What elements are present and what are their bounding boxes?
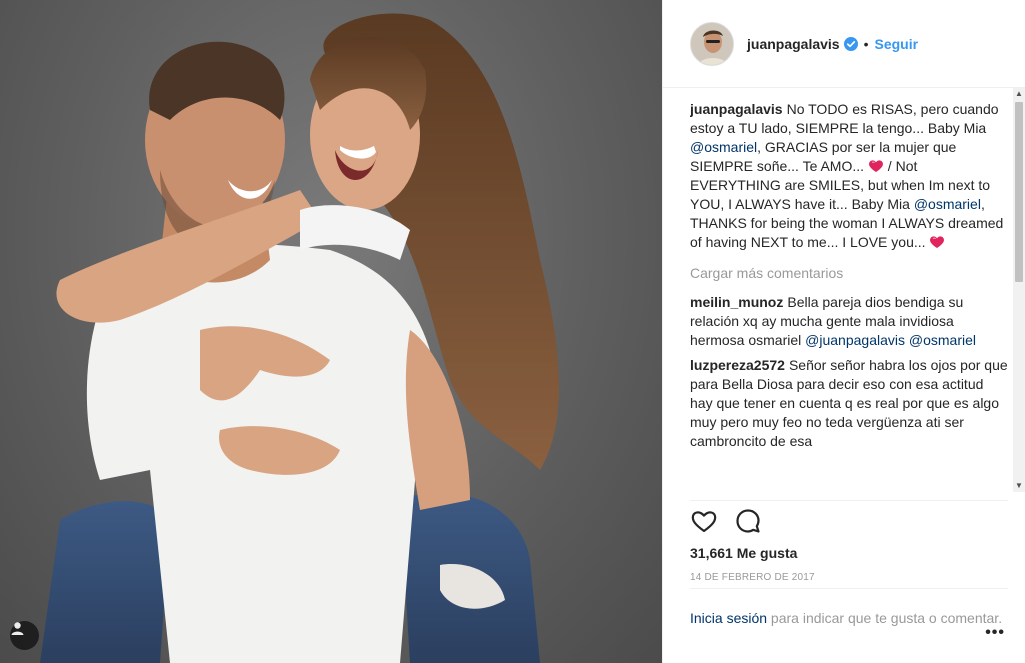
verified-badge-icon	[843, 36, 858, 51]
scroll-down-arrow-icon[interactable]: ▼	[1013, 480, 1025, 492]
comment-username[interactable]: meilin_munoz	[690, 294, 783, 310]
comment-username[interactable]: luzpereza2572	[690, 357, 785, 373]
action-icons-row	[690, 503, 1008, 539]
scroll-thumb[interactable]	[1015, 102, 1023, 282]
comments-list: juanpagalavis No TODO es RISAS, pero cuan…	[690, 100, 1008, 488]
header-separator: •	[863, 35, 869, 52]
login-prompt: Inicia sesión para indicar que te gusta …	[690, 588, 1008, 628]
heart-outline-icon[interactable]	[690, 507, 718, 535]
comment-mention[interactable]: @osmariel	[909, 332, 976, 348]
comment-mention[interactable]: @juanpagalavis	[805, 332, 905, 348]
comment-bubble-icon[interactable]	[734, 507, 762, 535]
post-photo	[0, 0, 662, 663]
user-tag-icon	[11, 622, 24, 635]
avatar[interactable]	[690, 21, 734, 66]
red-heart-emoji-icon	[868, 160, 883, 172]
caption-mention-2[interactable]: @osmariel	[914, 196, 981, 212]
more-options-button[interactable]: •••	[985, 624, 1005, 642]
post-actions: 31,661 Me gusta 14 DE FEBRERO DE 2017	[690, 500, 1008, 583]
post-header: juanpagalavis • Seguir	[663, 0, 1025, 88]
load-more-comments-button[interactable]: Cargar más comentarios	[690, 264, 1008, 283]
comments-scrollbar[interactable]: ▲ ▼	[1013, 88, 1025, 492]
login-link[interactable]: Inicia sesión	[690, 610, 767, 626]
scroll-up-arrow-icon[interactable]: ▲	[1013, 88, 1025, 100]
follow-button[interactable]: Seguir	[875, 36, 919, 52]
couple-photo-illustration	[40, 13, 559, 663]
post-side-panel: juanpagalavis • Seguir juanpagalavis No T…	[662, 0, 1025, 663]
caption-comment: juanpagalavis No TODO es RISAS, pero cuan…	[690, 100, 1008, 252]
header-username[interactable]: juanpagalavis	[747, 36, 840, 52]
caption-username[interactable]: juanpagalavis	[690, 101, 783, 117]
likes-count[interactable]: 31,661 Me gusta	[690, 545, 1008, 561]
avatar-image	[691, 22, 733, 65]
comment-item: luzpereza2572 Señor señor habra los ojos …	[690, 356, 1008, 451]
post-date: 14 DE FEBRERO DE 2017	[690, 572, 815, 583]
caption-mention-1[interactable]: @osmariel	[690, 139, 757, 155]
user-tag-button[interactable]	[10, 621, 39, 650]
login-prompt-text: para indicar que te gusta o comentar.	[767, 610, 1003, 626]
red-heart-emoji-icon	[930, 236, 945, 248]
comment-item: meilin_munoz Bella pareja dios bendiga su…	[690, 293, 1008, 350]
